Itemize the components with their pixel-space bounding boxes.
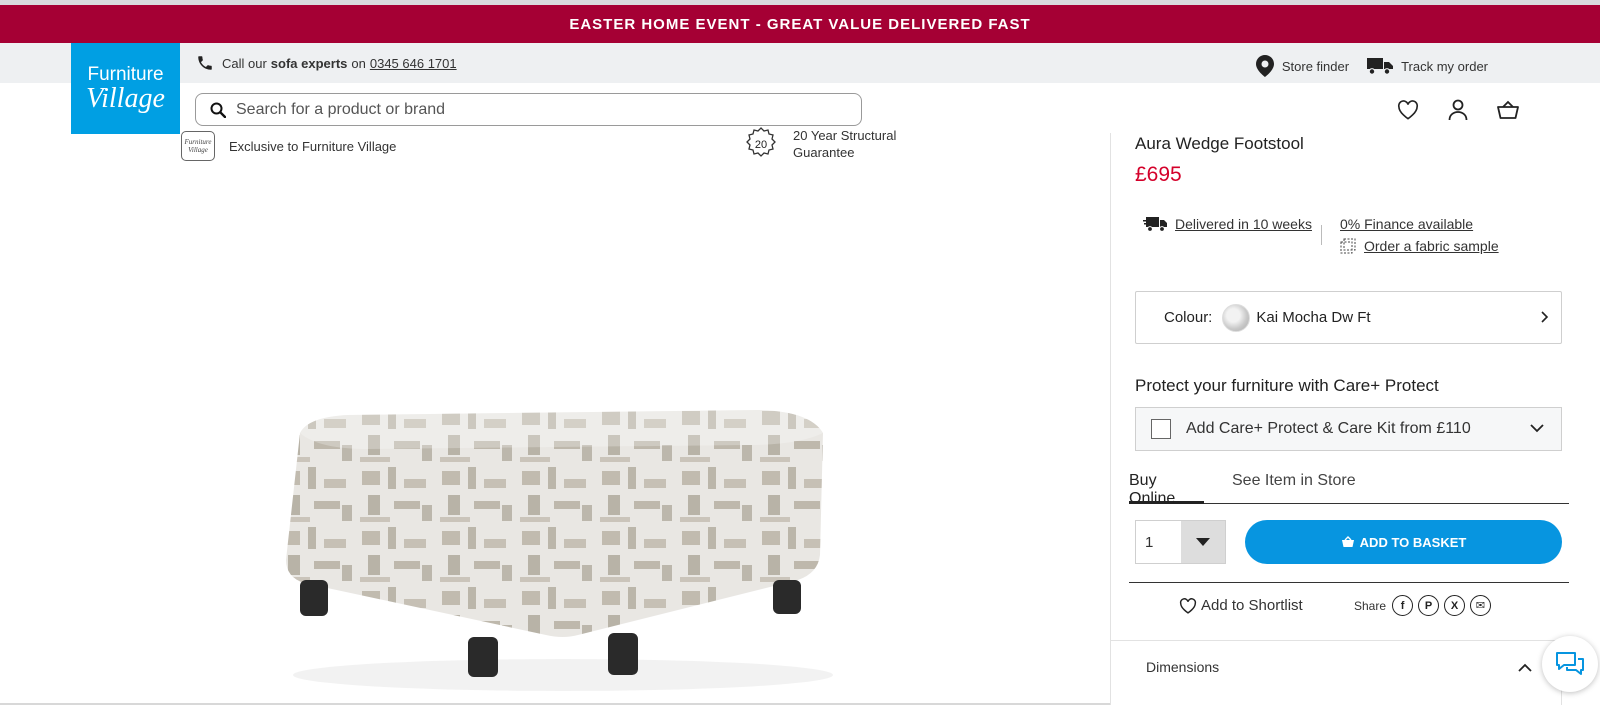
logo-line1: Furniture (87, 63, 164, 85)
truck-icon (1367, 58, 1394, 75)
usp-exclusive-text: Exclusive to Furniture Village (229, 138, 397, 154)
furniture-village-logo[interactable]: Furniture Village (71, 43, 180, 134)
store-finder-label[interactable]: Store finder (1282, 59, 1349, 74)
finance-info[interactable]: 0% Finance available (1340, 216, 1473, 232)
care-protect-checkbox[interactable] (1151, 419, 1171, 439)
caret-down-icon (1195, 538, 1210, 546)
delivery-info[interactable]: Delivered in 10 weeks (1143, 216, 1312, 232)
call-prefix: Call our (222, 55, 267, 71)
fabric-sample-info[interactable]: Order a fabric sample (1340, 238, 1499, 254)
section-divider (1129, 582, 1569, 583)
add-to-shortlist-button[interactable]: Add to Shortlist (1179, 597, 1303, 614)
care-protect-option[interactable]: Add Care+ Protect & Care Kit from £110 (1135, 407, 1562, 451)
heart-icon[interactable] (1396, 98, 1420, 122)
dimensions-accordion[interactable]: Dimensions (1111, 640, 1562, 705)
phone-link[interactable]: 0345 646 1701 (370, 56, 457, 71)
chat-icon (1556, 652, 1584, 675)
x-icon[interactable]: X (1444, 595, 1466, 616)
tab-see-in-store[interactable]: See Item in Store (1232, 472, 1356, 490)
call-on: on (351, 55, 366, 71)
quantity-select[interactable]: 1 (1135, 520, 1226, 564)
chat-button[interactable] (1542, 636, 1598, 692)
tab-buy-online[interactable]: Buy Online (1129, 472, 1204, 507)
basket-icon[interactable] (1496, 98, 1520, 122)
delivery-link[interactable]: Delivered in 10 weeks (1175, 216, 1312, 232)
usp-guarantee-text: 20 Year Structural Guarantee (793, 128, 897, 160)
search-bar[interactable] (195, 93, 862, 126)
guarantee-badge-number: 20 (755, 139, 767, 151)
logo-line2: Village (86, 82, 165, 114)
colour-swatch (1222, 303, 1251, 332)
usp-exclusive: Furniture Village Exclusive to Furniture… (181, 131, 396, 161)
dimensions-label[interactable]: Dimensions (1146, 659, 1219, 675)
call-bold: sofa experts (270, 55, 348, 71)
track-order-label[interactable]: Track my order (1401, 59, 1488, 74)
header-icons (1396, 98, 1546, 122)
guarantee-badge-icon: 20 (746, 127, 776, 157)
quantity-dropdown-arrow[interactable] (1180, 521, 1225, 563)
quantity-value[interactable]: 1 (1136, 521, 1181, 563)
info-separator (1321, 225, 1322, 245)
finance-link[interactable]: 0% Finance available (1340, 216, 1473, 232)
share-label: Share (1354, 598, 1387, 613)
exclusive-badge-line2: Village (188, 146, 208, 154)
shortlist-heart-icon (1179, 597, 1197, 614)
shortlist-label[interactable]: Add to Shortlist (1201, 597, 1303, 614)
product-title: Aura Wedge Footstool (1135, 134, 1304, 153)
add-to-basket-label[interactable]: ADD TO BASKET (1360, 535, 1467, 550)
track-order-link[interactable]: Track my order (1367, 57, 1488, 75)
fabric-swatch-icon (1340, 238, 1356, 254)
delivery-truck-icon (1143, 217, 1167, 232)
colour-label: Colour: (1164, 309, 1213, 326)
store-finder-link[interactable]: Store finder (1255, 55, 1349, 77)
promo-text[interactable]: EASTER HOME EVENT - GREAT VALUE DELIVERE… (569, 16, 1030, 33)
search-icon (210, 102, 226, 118)
call-experts: Call our sofa experts on 0345 646 1701 (196, 54, 457, 72)
search-input[interactable] (236, 100, 836, 119)
purchase-tabs: Buy Online See Item in Store (1129, 468, 1569, 507)
colour-selector[interactable]: Colour: Kai Mocha Dw Ft (1135, 291, 1562, 344)
usp-guarantee: 20 20 Year Structural Guarantee (743, 126, 903, 162)
exclusive-badge-line1: Furniture (184, 138, 212, 146)
email-icon[interactable]: ✉ (1470, 595, 1492, 616)
chevron-right-icon (1541, 311, 1549, 323)
chevron-down-icon[interactable] (1529, 422, 1545, 434)
fabric-sample-link[interactable]: Order a fabric sample (1364, 238, 1499, 254)
facebook-icon[interactable]: f (1392, 595, 1414, 616)
column-divider (1110, 133, 1111, 705)
product-image[interactable] (278, 405, 848, 697)
pinterest-icon[interactable]: P (1418, 595, 1440, 616)
add-to-basket-button[interactable]: ADD TO BASKET (1245, 520, 1562, 564)
map-pin-icon (1255, 55, 1274, 77)
account-icon[interactable] (1446, 98, 1470, 122)
promo-banner[interactable]: EASTER HOME EVENT - GREAT VALUE DELIVERE… (0, 5, 1600, 43)
basket-button-icon (1341, 536, 1354, 547)
care-heading: Protect your furniture with Care+ Protec… (1135, 376, 1439, 395)
colour-value: Kai Mocha Dw Ft (1256, 309, 1371, 326)
exclusive-badge-icon: Furniture Village (181, 131, 215, 161)
chevron-up-icon[interactable] (1517, 663, 1533, 673)
product-price: £695 (1135, 163, 1182, 186)
utility-links: Store finder Track my order (1238, 55, 1488, 77)
care-protect-label[interactable]: Add Care+ Protect & Care Kit from £110 (1186, 420, 1471, 438)
phone-icon (198, 56, 212, 70)
share-bar: Share f P X ✉ (1354, 595, 1496, 616)
